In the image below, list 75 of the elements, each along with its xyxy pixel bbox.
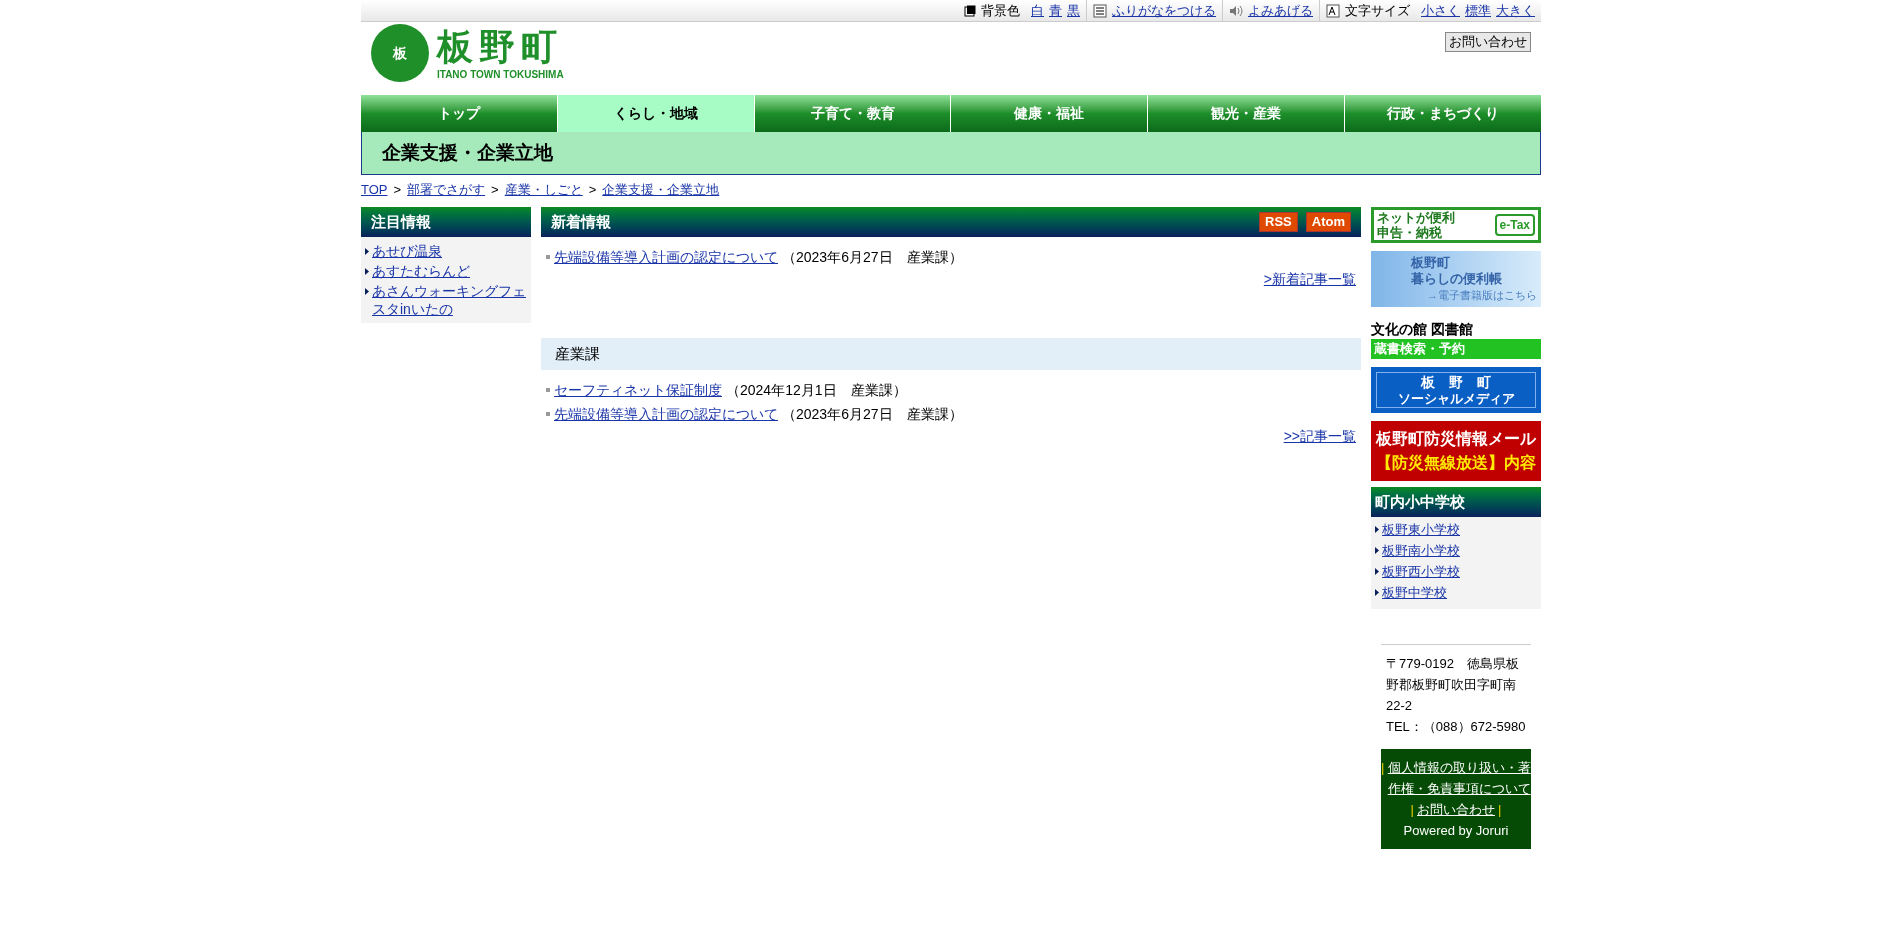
bullet-icon [546,412,550,416]
toolbar-link[interactable]: 大きく [1496,0,1535,21]
school-link[interactable]: 板野東小学校 [1382,519,1460,540]
featured-link[interactable]: あすたむらんど [372,262,470,280]
article-meta: （2024年12月1日 産業課） [726,381,907,400]
panel-heading: 町内小中学校 [1371,487,1541,517]
disaster-mail-banner[interactable]: 板野町防災情報メール 【防災無線放送】内容 [1371,421,1541,481]
breadcrumb-separator: > [491,181,499,200]
school-link[interactable]: 板野中学校 [1382,582,1447,603]
triangle-icon [1375,526,1379,533]
toolbar-link[interactable]: 白 [1031,0,1044,21]
nav-tab[interactable]: 健康・福祉 [950,95,1148,132]
address-text: TEL：（088）672-5980 [1386,718,1526,736]
panel-heading: 注目情報 [361,207,531,237]
bullet-icon [546,255,550,259]
school-link[interactable]: 板野西小学校 [1382,561,1460,582]
footer-link[interactable]: お問い合わせ [1417,799,1495,820]
toolbar-label: 背景色 [981,1,1020,20]
triangle-icon [365,268,369,275]
logo-emblem: 板 [371,24,429,82]
news-heading: 新着情報 [551,211,611,232]
article-link[interactable]: 先端設備等導入計画の認定について [554,245,778,269]
article-link[interactable]: セーフティネット保証制度 [554,378,722,402]
nav-tab[interactable]: トップ [361,95,557,132]
article-link[interactable]: 先端設備等導入計画の認定について [554,402,778,426]
nav-tab[interactable]: 子育て・教育 [753,95,951,132]
news-archive-link[interactable]: >新着記事一覧 [1263,269,1356,290]
feed-button[interactable]: RSS [1259,212,1298,232]
colors-icon [964,4,976,17]
article-meta: （2023年6月27日 産業課） [782,248,963,267]
featured-link[interactable]: あさんウォーキングフェスタinいたの [372,282,527,318]
text-icon [1093,3,1107,18]
separator: | [1498,801,1502,819]
article-meta: （2023年6月27日 産業課） [782,405,963,424]
toolbar-link[interactable]: 黒 [1067,0,1080,21]
toolbar-link[interactable]: 標準 [1465,0,1491,21]
nav-tab[interactable]: 行政・まちづくり [1344,95,1541,132]
separator: | [1410,801,1414,819]
footer-link[interactable]: 個人情報の取り扱い・著作権・免責事項について [1387,757,1531,799]
logo-title: 板野町 [437,25,564,69]
section-archive-link[interactable]: >>記事一覧 [1283,426,1356,447]
breadcrumb-link[interactable]: TOP [361,180,388,200]
page-title: 企業支援・企業立地 [361,132,1541,175]
breadcrumb-separator: > [588,181,597,200]
address-text: 〒779-0192 徳島県板野郡板野町吹田字町南22-2 [1386,655,1520,715]
breadcrumb-link[interactable]: 部署でさがす [407,180,486,200]
triangle-icon [1375,568,1379,575]
toolbar-link[interactable]: 青 [1049,0,1062,21]
speaker-icon [1229,4,1243,17]
breadcrumb-link[interactable]: 産業・しごと [504,180,583,200]
featured-link[interactable]: あせび温泉 [372,242,442,260]
feed-button[interactable]: Atom [1305,212,1351,232]
nav-tab[interactable]: くらし・地域 [556,95,754,132]
triangle-icon [365,248,369,255]
bullet-icon [546,388,550,392]
triangle-icon [1375,547,1379,554]
section-heading: 産業課 [541,338,1361,370]
etax-banner[interactable]: ネットが便利 申告・納税 e-Tax [1371,207,1541,243]
toolbar-link[interactable]: 小さく [1421,0,1460,21]
logo-subtitle: ITANO TOWN TOKUSHIMA [437,69,564,81]
nav-tab[interactable]: 観光・産業 [1147,95,1345,132]
toolbar-link[interactable]: ふりがなをつける [1112,0,1216,21]
social-media-banner[interactable]: 板 野 町 ソーシャルメディア [1371,367,1541,413]
guide-banner[interactable]: 板野町 暮らしの便利帳 →電子書籍版はこちら [1371,251,1541,307]
school-link[interactable]: 板野南小学校 [1382,540,1460,561]
powered-by-text: Powered by Joruri [1402,822,1510,840]
breadcrumb-link[interactable]: 企業支援・企業立地 [602,180,720,200]
contact-button[interactable]: お問い合わせ [1445,32,1531,52]
triangle-icon [365,288,369,295]
separator: | [1381,759,1385,777]
toolbar-link[interactable]: よみあげる [1248,0,1313,21]
text-size-icon [1326,3,1340,18]
breadcrumb-separator: > [393,181,402,200]
triangle-icon [1375,589,1379,596]
toolbar-label: 文字サイズ [1345,1,1410,20]
